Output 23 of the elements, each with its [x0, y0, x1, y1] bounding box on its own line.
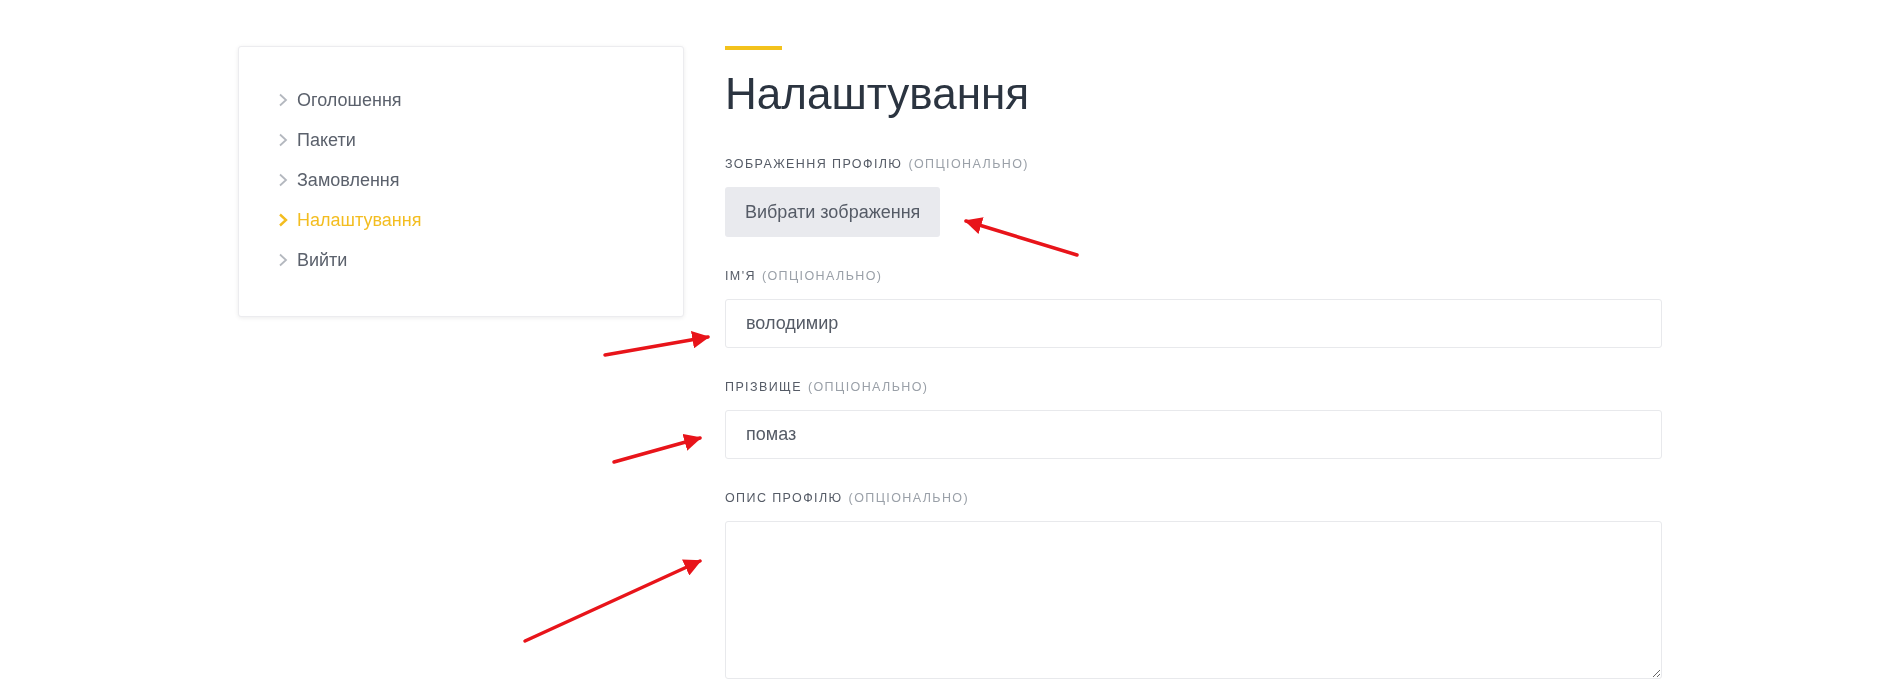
sidebar-item[interactable]: Замовлення [277, 160, 400, 200]
optional-note: (ОПЦІОНАЛЬНО) [848, 491, 970, 505]
choose-image-button[interactable]: Вибрати зображення [725, 187, 941, 237]
optional-note: (ОПЦІОНАЛЬНО) [807, 380, 929, 394]
field-label: ОПИС ПРОФІЛЮ [725, 491, 843, 505]
sidebar-item[interactable]: Вийти [277, 240, 348, 280]
field-label: ПРІЗВИЩЕ [725, 380, 802, 394]
sidebar-item[interactable]: Оголошення [277, 80, 402, 120]
sidebar-item[interactable]: Пакети [277, 120, 356, 160]
field-label: ЗОБРАЖЕННЯ ПРОФІЛЮ [725, 157, 903, 171]
optional-note: (ОПЦІОНАЛЬНО) [908, 157, 1029, 171]
input-field[interactable]: володимир [725, 299, 1662, 348]
page-title: Налаштування [725, 68, 1031, 120]
input-field[interactable]: помаз [725, 410, 1662, 459]
chevron-icon [277, 93, 289, 107]
chevron-icon [277, 213, 289, 227]
field-label: ІМ'Я [725, 269, 756, 283]
optional-note: (ОПЦІОНАЛЬНО) [761, 269, 883, 283]
textarea-field[interactable] [725, 521, 1662, 679]
chevron-icon [277, 173, 289, 187]
accent-bar [725, 46, 782, 50]
chevron-icon [277, 253, 289, 267]
chevron-icon [277, 133, 289, 147]
